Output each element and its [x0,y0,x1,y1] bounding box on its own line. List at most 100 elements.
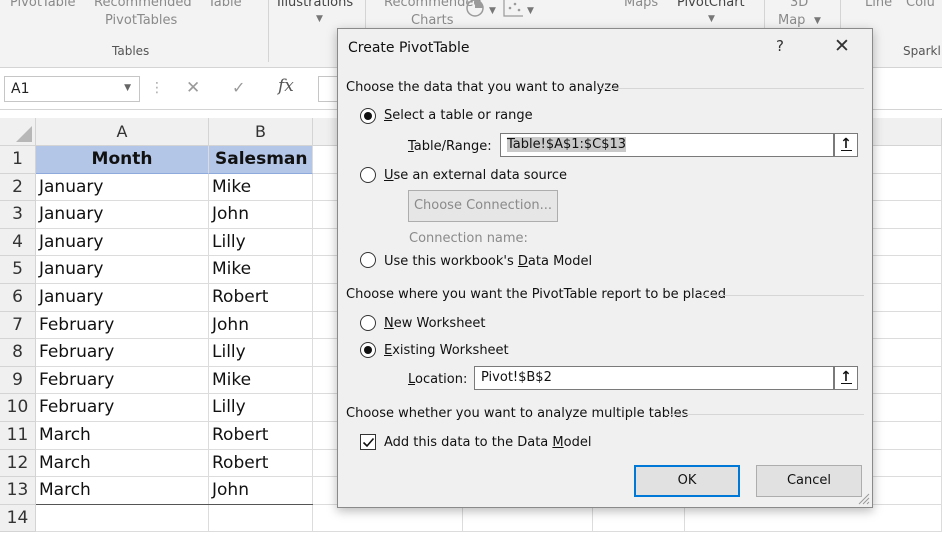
table-header-cell[interactable]: Month [36,146,209,174]
table-cell[interactable]: Robert [209,449,313,478]
chevron-down-icon: ▼ [814,16,821,26]
table-range-input[interactable]: Table!$A$1:$C$13 [500,133,834,157]
row-header[interactable]: 13 [0,477,36,505]
row-header[interactable]: 12 [0,449,36,478]
row-header[interactable]: 9 [0,366,36,395]
ribbon-group-sparklines: Sparkl [903,44,941,58]
empty-cell[interactable] [593,504,685,533]
table-cell[interactable]: Lilly [209,339,313,367]
chevron-down-icon: ▼ [527,6,534,16]
table-cell[interactable]: Lilly [209,394,313,422]
table-cell[interactable]: Robert [209,284,313,312]
row-header[interactable]: 7 [0,311,36,340]
table-cell[interactable]: John [209,201,313,229]
ribbon-recommended-charts-label: Charts [411,13,454,28]
close-button[interactable]: ✕ [834,35,850,57]
ribbon-group-tables: Tables [112,44,150,58]
select-all-corner[interactable] [0,118,36,146]
radio-select-table-range-label[interactable]: Select a table or range [384,108,533,123]
empty-cell[interactable] [685,504,942,533]
ribbon-line-sparkline-button[interactable]: Line [865,0,892,10]
radio-select-table-range[interactable] [360,108,376,124]
empty-cell[interactable] [36,504,209,533]
table-cell[interactable]: Mike [209,256,313,284]
table-cell[interactable]: January [36,284,209,312]
ribbon-pivottable-button[interactable]: PivotTable [10,0,76,10]
table-cell[interactable]: Lilly [209,228,313,257]
ribbon-3dmap-label: Map [778,13,806,28]
location-input[interactable]: Pivot!$B$2 [474,366,834,390]
cancel-entry-icon[interactable]: ✕ [186,78,200,98]
pie-chart-icon[interactable] [465,0,487,22]
add-to-data-model-label[interactable]: Add this data to the Data Model [384,435,591,450]
table-cell[interactable]: Mike [209,173,313,202]
table-header-cell[interactable]: Salesman [209,146,313,174]
row-header[interactable]: 11 [0,422,36,450]
radio-external-source[interactable] [360,167,376,183]
table-cell[interactable]: Robert [209,422,313,450]
table-cell[interactable]: January [36,201,209,229]
select-all-triangle-icon [16,126,32,142]
add-to-data-model-checkbox[interactable] [360,434,376,450]
cancel-button[interactable]: Cancel [756,465,862,497]
column-header-a[interactable]: A [36,118,209,146]
empty-cell[interactable] [313,504,463,533]
row-header[interactable]: 14 [0,504,36,533]
radio-new-worksheet[interactable] [360,315,376,331]
table-cell[interactable]: John [209,311,313,340]
row-header[interactable]: 8 [0,339,36,367]
table-range-collapse-button[interactable]: ↑ [834,133,858,157]
ribbon-maps-button[interactable]: Maps [624,0,658,10]
table-cell[interactable]: February [36,339,209,367]
radio-data-model[interactable] [360,252,376,268]
confirm-entry-icon[interactable]: ✓ [232,78,245,97]
table-cell[interactable]: February [36,394,209,422]
table-cell[interactable]: John [209,477,313,505]
chevron-down-icon[interactable]: ▼ [124,83,131,93]
table-cell[interactable]: January [36,228,209,257]
radio-new-worksheet-label[interactable]: New Worksheet [384,316,486,331]
row-header[interactable]: 4 [0,228,36,257]
table-cell[interactable]: February [36,311,209,340]
radio-external-source-label[interactable]: Use an external data source [384,168,567,183]
row-header[interactable]: 6 [0,284,36,312]
row-header[interactable]: 10 [0,394,36,422]
table-cell[interactable]: February [36,366,209,395]
chevron-down-icon: ▼ [489,6,496,16]
ribbon-table-button[interactable]: Table [208,0,242,10]
chevron-down-icon: ▼ [316,14,323,24]
table-cell[interactable]: January [36,173,209,202]
table-cell[interactable]: January [36,256,209,284]
insert-function-button[interactable]: fx [278,76,294,96]
ribbon-recommended-pivottables-label: PivotTables [105,13,178,28]
radio-existing-worksheet[interactable] [360,342,376,358]
choose-connection-button[interactable]: Choose Connection... [408,190,558,222]
chevron-down-icon: ▼ [708,14,715,24]
radio-data-model-label[interactable]: Use this workbook's Data Model [384,254,592,269]
row-header[interactable]: 5 [0,256,36,284]
help-button[interactable]: ? [776,37,784,55]
ok-button[interactable]: OK [634,465,740,497]
location-collapse-button[interactable]: ↑ [834,366,858,390]
ribbon-pivotchart-button[interactable]: PivotChart [677,0,745,10]
table-cell[interactable]: March [36,449,209,478]
table-cell[interactable]: March [36,477,209,505]
ribbon-recommended-pivottables-button[interactable]: Recommended [94,0,192,10]
empty-cell[interactable] [463,504,593,533]
resize-grip-icon[interactable] [858,493,870,505]
table-cell[interactable]: Mike [209,366,313,395]
ribbon-illustrations-button[interactable]: Illustrations [277,0,353,10]
radio-existing-worksheet-label[interactable]: Existing Worksheet [384,343,509,358]
ribbon-column-sparkline-button[interactable]: Colu [906,0,935,10]
row-header[interactable]: 2 [0,173,36,202]
row-header[interactable]: 3 [0,201,36,229]
column-header-b[interactable]: B [209,118,313,146]
scatter-chart-icon[interactable] [502,0,524,22]
empty-cell[interactable] [209,504,313,533]
create-pivottable-dialog: Create PivotTable ? ✕ Choose the data th… [337,28,873,508]
ribbon-3dmap-button[interactable]: 3D [790,0,808,10]
row-header[interactable]: 1 [0,146,36,174]
table-cell[interactable]: March [36,422,209,450]
name-box[interactable]: A1 ▼ [4,76,140,102]
table-bottom-border [36,503,313,505]
